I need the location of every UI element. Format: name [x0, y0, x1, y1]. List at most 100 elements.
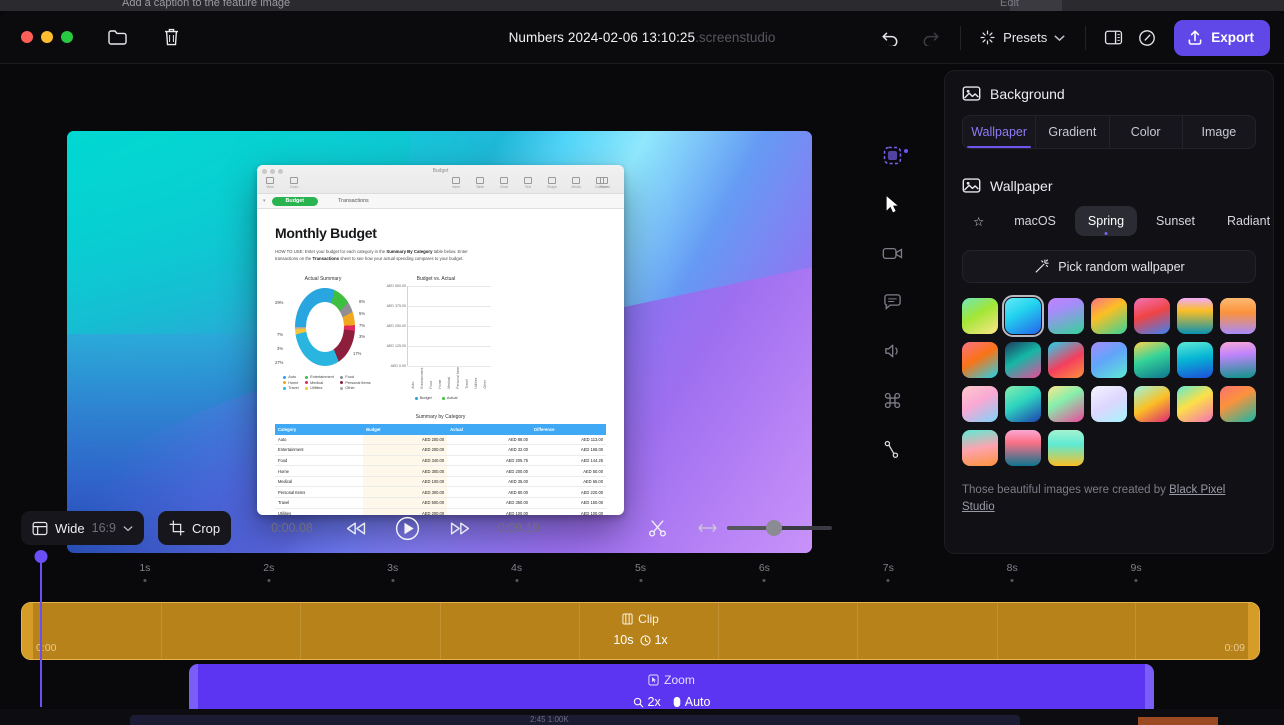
wallpaper-swatch-23[interactable] — [1048, 430, 1084, 466]
numbers-tool-chart: Chart — [499, 177, 509, 189]
export-button[interactable]: Export — [1174, 19, 1270, 56]
wallpaper-swatch-11[interactable] — [1134, 342, 1170, 378]
timeline-playhead[interactable] — [34, 550, 48, 707]
wallpaper-swatch-16[interactable] — [1048, 386, 1084, 422]
wallpaper-swatch-6[interactable] — [1220, 298, 1256, 334]
ruler-tick-7s: 7s — [883, 562, 894, 582]
redo-button[interactable] — [910, 22, 950, 54]
wallpaper-credit: Those beautiful images were created by B… — [962, 482, 1256, 515]
cut-button[interactable] — [640, 511, 676, 545]
wallpaper-swatch-8[interactable] — [1005, 342, 1041, 378]
table-cell: AED 88.00 — [447, 434, 532, 446]
timeline-zoom-slider[interactable] — [726, 520, 832, 536]
wallpaper-swatch-3[interactable] — [1091, 298, 1127, 334]
wallpaper-swatch-12[interactable] — [1177, 342, 1213, 378]
upload-icon — [1187, 29, 1203, 46]
tab-image[interactable]: Image — [1183, 116, 1255, 148]
sidebar-item-captions[interactable] — [877, 289, 907, 315]
wallpaper-swatch-22[interactable] — [1005, 430, 1041, 466]
sidebar-item-camera[interactable] — [877, 240, 907, 266]
numbers-window-title: Budget — [432, 168, 449, 174]
background-section-header: Background — [962, 85, 1256, 102]
zoom-slider-knob[interactable] — [765, 520, 782, 536]
favorites-chip[interactable]: ☆ — [962, 206, 995, 236]
wallpaper-swatch-grid — [962, 294, 1256, 466]
actual-summary-chart: Actual Summary 29% 8% 5% 7% 3% 17% 27% 3… — [275, 276, 371, 400]
ruler-tick-2s: 2s — [263, 562, 274, 582]
wallpaper-swatch-10[interactable] — [1091, 342, 1127, 378]
tab-color[interactable]: Color — [1110, 116, 1183, 148]
sidebar-item-shortcuts[interactable] — [877, 387, 907, 413]
tab-wallpaper[interactable]: Wallpaper — [963, 116, 1037, 148]
open-project-button[interactable] — [100, 22, 134, 52]
wallpaper-swatch-15[interactable] — [1005, 386, 1041, 422]
spring-chip[interactable]: Spring — [1074, 206, 1138, 236]
wallpaper-swatch-19[interactable] — [1177, 386, 1213, 422]
sidebar-item-effects[interactable] — [877, 436, 907, 462]
clip-end-time: 0:09 — [1224, 642, 1245, 654]
table-cell: AED 200.00 — [363, 444, 448, 456]
radiant-chip[interactable]: Radiant — [1214, 206, 1273, 236]
timeline-ruler[interactable]: 1s 2s 3s 4s 5s 6s 7s 8s 9s — [0, 554, 1284, 602]
aspect-ratio-selector[interactable]: Wide 16:9 — [21, 511, 144, 545]
sidebar-item-background[interactable] — [877, 142, 908, 168]
window-controls — [21, 31, 73, 43]
undo-button[interactable] — [870, 22, 910, 54]
wallpaper-swatch-2[interactable] — [1048, 298, 1084, 334]
delete-button[interactable] — [154, 22, 188, 52]
behind-window-top-strip: Add a caption to the feature image Edit — [0, 0, 1284, 11]
behind-window-bottom-panel — [130, 715, 1020, 725]
sparkle-wand-icon — [1033, 258, 1050, 275]
numbers-tool-zoom: Zoom — [289, 177, 299, 189]
table-cell: AED 144.25 — [531, 455, 606, 467]
wallpaper-swatch-0[interactable] — [962, 298, 998, 334]
donut-legend: Auto Entertainment Food Home Medical Personal… — [283, 375, 371, 390]
playhead-handle[interactable] — [34, 550, 48, 563]
table-cell: AED 168.00 — [531, 444, 606, 456]
bar-y-tick: AED 500.00 — [386, 284, 406, 289]
wallpaper-swatch-13[interactable] — [1220, 342, 1256, 378]
wallpaper-swatch-14[interactable] — [962, 386, 998, 422]
pie-legend-item: Personal Items — [340, 381, 371, 385]
donut-wrap: 29% 8% 5% 7% 3% 17% 27% 3% 7% — [275, 286, 371, 370]
donut-chart — [295, 288, 355, 367]
wallpaper-swatch-20[interactable] — [1220, 386, 1256, 422]
tab-gradient[interactable]: Gradient — [1036, 116, 1110, 148]
arrows-horizontal-icon[interactable] — [698, 522, 717, 534]
table-cell: AED 205.75 — [447, 455, 532, 467]
sunset-chip[interactable]: Sunset — [1143, 206, 1208, 236]
wallpaper-swatch-4[interactable] — [1134, 298, 1170, 334]
sidebar-item-cursor[interactable] — [877, 191, 907, 217]
skip-back-button[interactable] — [338, 511, 374, 545]
wallpaper-swatch-9[interactable] — [1048, 342, 1084, 378]
sidebar-item-audio[interactable] — [877, 338, 907, 364]
background-active-dot — [904, 149, 908, 153]
video-clip[interactable]: Clip 10s 1x 0:00 0:09 — [21, 602, 1260, 660]
close-button[interactable] — [21, 31, 33, 43]
performance-button[interactable] — [1130, 22, 1164, 54]
maximize-button[interactable] — [61, 31, 73, 43]
presets-button[interactable]: Presets — [971, 22, 1075, 54]
sheet-nav-arrow-icon: ▾ — [263, 198, 266, 204]
document-title-main: Numbers 2024-02-06 13:10:25 — [508, 30, 696, 45]
table-row: Personal Items AED 300.00 AED 80.00 AED 220… — [275, 486, 606, 499]
wallpaper-swatch-7[interactable] — [962, 342, 998, 378]
clip-duration: 10s — [613, 633, 634, 647]
table-header-cell: Actual — [447, 424, 532, 435]
video-preview-canvas[interactable]: Budget View Zoom Insert Table Chart Text Shap… — [67, 131, 812, 553]
toggle-sidebar-button[interactable] — [1096, 22, 1130, 54]
wallpaper-swatch-17[interactable] — [1091, 386, 1127, 422]
background-section-title: Background — [990, 85, 1065, 102]
crop-button[interactable]: Crop — [157, 511, 232, 545]
minimize-button[interactable] — [41, 31, 53, 43]
skip-forward-button[interactable] — [442, 511, 478, 545]
play-button[interactable] — [390, 511, 426, 545]
wallpaper-swatch-18[interactable] — [1134, 386, 1170, 422]
wallpaper-swatch-21[interactable] — [962, 430, 998, 466]
pick-random-wallpaper-button[interactable]: Pick random wallpaper — [962, 250, 1256, 283]
bar-x-label: Utilities — [473, 378, 478, 389]
aspect-frame-icon — [32, 521, 48, 536]
wallpaper-swatch-1[interactable] — [1001, 294, 1045, 338]
wallpaper-swatch-5[interactable] — [1177, 298, 1213, 334]
macos-chip[interactable]: macOS — [1001, 206, 1069, 236]
